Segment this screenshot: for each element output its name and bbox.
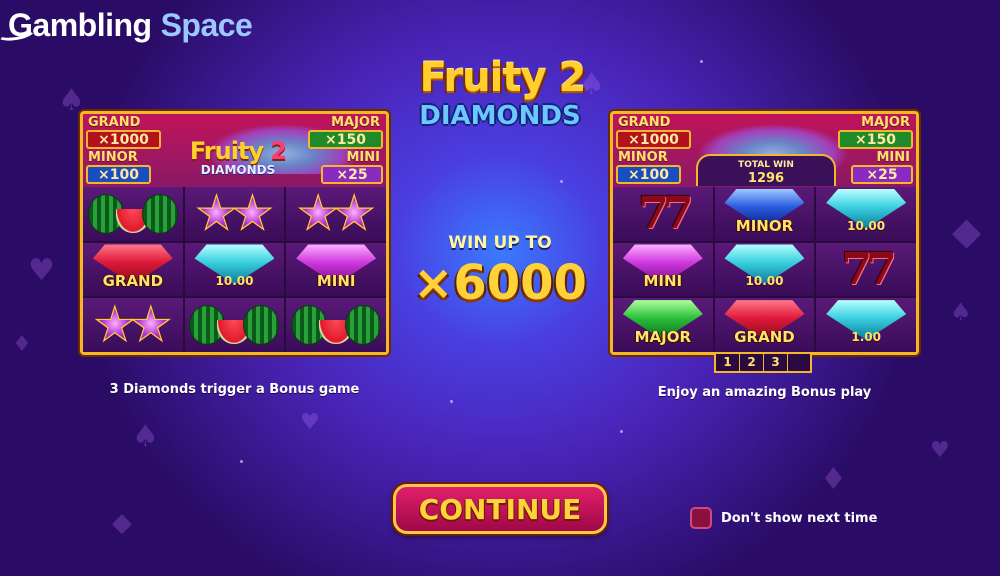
jackpot-grand-value: ×1000: [86, 130, 161, 149]
reel-cell: [184, 298, 285, 352]
jackpot-major-value: ×150: [308, 130, 383, 149]
total-win-value: 1296: [747, 171, 785, 186]
diamond-icon: ♦: [12, 332, 32, 357]
mini-logo-title: Fruity: [189, 137, 264, 165]
jackpot-grand-label: GRAND: [88, 115, 141, 130]
brand-logo: Gambling Space: [0, 4, 253, 46]
right-panel-caption: Enjoy an amazing Bonus play: [657, 385, 872, 400]
bonus-tab-empty: [788, 354, 810, 371]
mini-logo-number: 2: [270, 137, 287, 165]
jackpot-major-label: MAJOR: [331, 115, 380, 130]
reel-cell: 10.00: [816, 187, 916, 241]
brand-name-part2: Space: [160, 6, 253, 43]
reel-cell: 10.00: [184, 242, 285, 297]
reel-cell: GRAND: [83, 242, 183, 297]
dont-show-label: Don't show next time: [721, 510, 878, 526]
jackpot-minor-label: MINOR: [88, 150, 138, 165]
win-up-to-label: WIN UP TO: [448, 233, 552, 253]
diamond-icon: ♦: [820, 462, 847, 497]
watermelon-icon: [345, 305, 382, 346]
seven-icon: 77: [841, 243, 897, 295]
reel-cell: MINI: [286, 242, 386, 297]
cell-value: 10.00: [847, 218, 886, 233]
game-logo-title: Fruity 2: [419, 55, 587, 101]
jackpot-grand-label: GRAND: [618, 115, 671, 130]
total-win-box: TOTAL WIN 1296: [696, 154, 836, 186]
heart-icon: ♥: [930, 438, 950, 463]
bonus-tab-3: 3: [764, 354, 788, 371]
spade-icon: ♠: [132, 419, 159, 454]
win-up-to-value: ×6000: [413, 255, 587, 311]
jackpot-minor-value: ×100: [86, 165, 151, 184]
cell-jackpot-label: GRAND: [102, 272, 164, 291]
reel-cell: 77: [613, 187, 713, 241]
jackpot-mini-value: ×25: [851, 165, 913, 184]
cell-value: 1.00: [851, 330, 881, 344]
continue-button-label: CONTINUE: [418, 492, 582, 526]
heart-icon: ♥: [28, 253, 55, 288]
bonus-tab-2: 2: [740, 354, 764, 371]
reel-cell: MINI: [613, 242, 713, 297]
panel-mini-logo: Fruity 2 DIAMONDS: [178, 139, 298, 177]
jackpot-major-value: ×150: [838, 130, 913, 149]
reel-cell: MAJOR: [613, 298, 713, 352]
sparkle: [450, 400, 453, 403]
star-icon: [333, 192, 375, 235]
bonus-grid: 77 MINOR 10.00 MINI 10.00 77 MAJOR GRAND: [613, 187, 916, 352]
dont-show-checkbox[interactable]: [690, 507, 712, 529]
watermelon-icon: [141, 193, 178, 234]
jackpot-minor-label: MINOR: [618, 150, 668, 165]
jackpot-mini-value: ×25: [321, 165, 383, 184]
reel-cell: GRAND: [714, 298, 815, 352]
bonus-round-tabs: 1 2 3: [714, 354, 812, 373]
cell-jackpot-label: MAJOR: [634, 328, 692, 346]
jackpot-major-label: MAJOR: [861, 115, 910, 130]
watermelon-icon: [243, 305, 280, 346]
reel-grid: GRAND 10.00 MINI: [83, 187, 386, 352]
cell-jackpot-label: MINI: [316, 272, 356, 291]
reel-cell: [286, 298, 386, 352]
bonus-tab-1: 1: [716, 354, 740, 371]
mini-logo-subtitle: DIAMONDS: [200, 163, 276, 177]
reel-cell: [184, 187, 285, 241]
sparkle: [240, 460, 243, 463]
game-logo-subtitle: DIAMONDS: [419, 101, 581, 131]
seven-icon: 77: [638, 188, 693, 240]
reel-cell: 10.00: [714, 242, 815, 297]
cell-jackpot-label: MINOR: [735, 216, 794, 235]
reel-cell: 77: [816, 242, 916, 297]
total-win-label: TOTAL WIN: [738, 160, 794, 170]
diamond-icon: ◆: [952, 209, 982, 253]
dont-show-next-time-toggle[interactable]: Don't show next time: [690, 507, 877, 529]
reel-cell: [286, 187, 386, 241]
diamond-icon: ◆: [112, 508, 132, 538]
cell-value: 10.00: [215, 274, 254, 289]
left-panel-caption: 3 Diamonds trigger a Bonus game: [109, 382, 360, 397]
star-icon: [130, 304, 172, 346]
sparkle: [560, 180, 563, 183]
reel-cell: 1.00: [816, 298, 916, 352]
jackpot-mini-label: MINI: [346, 150, 381, 165]
sparkle: [620, 430, 623, 433]
jackpot-grand-value: ×1000: [616, 130, 691, 149]
feature-preview-left: GRAND ×1000 MINOR ×100 MAJOR ×150 MINI ×…: [80, 111, 389, 355]
heart-icon: ♥: [300, 410, 320, 435]
cell-jackpot-label: GRAND: [734, 328, 795, 346]
sparkle: [700, 60, 703, 63]
jackpot-minor-value: ×100: [616, 165, 681, 184]
feature-preview-right: GRAND ×1000 MINOR ×100 MAJOR ×150 MINI ×…: [610, 111, 919, 355]
continue-button[interactable]: CONTINUE: [393, 484, 607, 534]
spade-icon: ♠: [950, 298, 972, 326]
cell-jackpot-label: MINI: [643, 272, 683, 291]
star-icon: [231, 192, 273, 235]
jackpot-mini-label: MINI: [876, 150, 911, 165]
reel-cell: MINOR: [714, 187, 815, 241]
cell-value: 10.00: [745, 274, 784, 289]
reel-cell: [83, 187, 183, 241]
reel-cell: [83, 298, 183, 352]
